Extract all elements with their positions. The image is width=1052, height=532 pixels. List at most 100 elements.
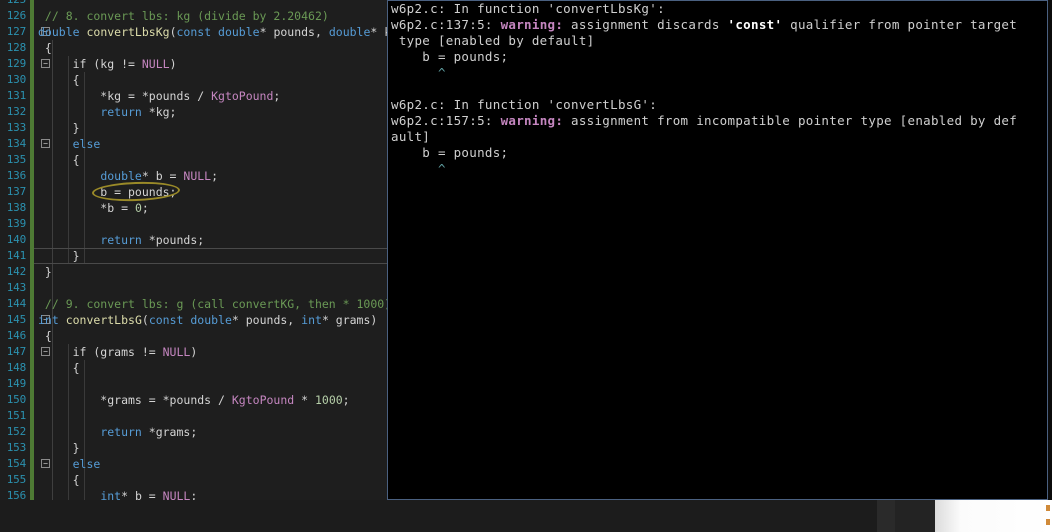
- code-line[interactable]: 153 }: [0, 440, 392, 456]
- code-line[interactable]: 149: [0, 376, 392, 392]
- changed-line-bar: [30, 88, 34, 104]
- code-line[interactable]: 131 *kg = *pounds / KgtoPound;: [0, 88, 392, 104]
- code-line[interactable]: 155 {: [0, 472, 392, 488]
- changed-line-bar: [30, 120, 34, 136]
- line-number: 151: [6, 409, 26, 422]
- code-text: *kg = *pounds / KgtoPound;: [38, 89, 281, 103]
- changed-line-bar: [30, 456, 34, 472]
- changed-line-bar: [30, 232, 34, 248]
- white-panel[interactable]: [935, 500, 1052, 532]
- indent-guide: [52, 40, 53, 56]
- code-line[interactable]: 133 }: [0, 120, 392, 136]
- code-text: *b = 0;: [38, 201, 149, 215]
- changed-line-bar: [30, 296, 34, 312]
- indent-guide: [52, 408, 53, 424]
- code-line[interactable]: 147 if (grams != NULL): [0, 344, 392, 360]
- code-line[interactable]: 152 return *grams;: [0, 424, 392, 440]
- code-text: {: [38, 73, 80, 87]
- line-number: 139: [6, 217, 26, 230]
- line-number: 135: [6, 153, 26, 166]
- line-number: 142: [6, 265, 26, 278]
- indent-guide: [84, 72, 85, 88]
- changed-line-bar: [30, 264, 34, 280]
- code-line[interactable]: 142 }: [0, 264, 392, 280]
- terminal-line: w6p2.c: In function 'convertLbsG':: [391, 97, 658, 112]
- line-number: 136: [6, 169, 26, 182]
- code-editor-pane[interactable]: 125126 // 8. convert lbs: kg (divide by …: [0, 0, 392, 532]
- code-line[interactable]: 144 // 9. convert lbs: g (call convertKG…: [0, 296, 392, 312]
- code-line[interactable]: 154 else: [0, 456, 392, 472]
- code-line[interactable]: 134 else: [0, 136, 392, 152]
- code-line[interactable]: 138 *b = 0;: [0, 200, 392, 216]
- code-line[interactable]: 139: [0, 216, 392, 232]
- taskbar-segment-a[interactable]: [877, 500, 895, 532]
- code-text: }: [38, 249, 80, 263]
- changed-line-bar: [30, 184, 34, 200]
- code-line[interactable]: 145 int convertLbsG(const double* pounds,…: [0, 312, 392, 328]
- indent-guide: [52, 376, 53, 392]
- code-line[interactable]: 140 return *pounds;: [0, 232, 392, 248]
- code-line[interactable]: 130 {: [0, 72, 392, 88]
- code-text: }: [38, 265, 52, 279]
- changed-line-bar: [30, 392, 34, 408]
- line-number: 140: [6, 233, 26, 246]
- code-line[interactable]: 150 *grams = *pounds / KgtoPound * 1000;: [0, 392, 392, 408]
- code-line[interactable]: 148 {: [0, 360, 392, 376]
- line-number: 132: [6, 105, 26, 118]
- changed-line-bar: [30, 376, 34, 392]
- bottom-taskbar[interactable]: [0, 500, 1052, 532]
- code-line[interactable]: 128 {: [0, 40, 392, 56]
- indent-guide: [52, 216, 53, 232]
- line-number: 133: [6, 121, 26, 134]
- code-text: int convertLbsG(const double* pounds, in…: [38, 313, 378, 327]
- terminal-line: ^: [391, 65, 446, 80]
- changed-line-bar: [30, 312, 34, 328]
- code-text: if (kg != NULL): [38, 57, 177, 71]
- line-number: 146: [6, 329, 26, 342]
- line-number: 145: [6, 313, 26, 326]
- changed-line-bar: [30, 216, 34, 232]
- indent-guide: [52, 328, 53, 344]
- changed-line-bar: [30, 104, 34, 120]
- changed-line-bar: [30, 8, 34, 24]
- taskbar-segment-b[interactable]: [895, 500, 935, 532]
- code-line[interactable]: 127 double convertLbsKg(const double* pou…: [0, 24, 392, 40]
- code-line[interactable]: 126 // 8. convert lbs: kg (divide by 2.2…: [0, 8, 392, 24]
- code-text: if (grams != NULL): [38, 345, 198, 359]
- changed-line-bar: [30, 424, 34, 440]
- line-number: 131: [6, 89, 26, 102]
- code-line[interactable]: 136 double* b = NULL;: [0, 168, 392, 184]
- code-text: {: [38, 473, 80, 487]
- line-number: 127: [6, 25, 26, 38]
- compiler-output-terminal[interactable]: w6p2.c: In function 'convertLbsKg': w6p2.…: [387, 0, 1048, 500]
- code-line[interactable]: 146 {: [0, 328, 392, 344]
- code-text: return *kg;: [100, 105, 177, 119]
- indent-guide: [84, 472, 85, 488]
- code-text: {: [38, 153, 80, 167]
- changed-line-bar: [30, 136, 34, 152]
- code-line[interactable]: 143: [0, 280, 392, 296]
- terminal-line: w6p2.c:157:5: warning: assignment from i…: [391, 113, 1018, 128]
- line-number: 125: [0, 0, 26, 8]
- code-text: *grams = *pounds / KgtoPound * 1000;: [38, 393, 350, 407]
- code-text: double convertLbsKg(const double* pounds…: [38, 25, 392, 39]
- line-number: 134: [6, 137, 26, 150]
- terminal-line: b = pounds;: [391, 49, 509, 64]
- line-number: 143: [6, 281, 26, 294]
- line-number: 147: [6, 345, 26, 358]
- code-text: }: [38, 121, 80, 135]
- line-number: 137: [6, 185, 26, 198]
- code-line[interactable]: 132 return *kg;: [0, 104, 392, 120]
- code-line[interactable]: 125: [0, 0, 392, 8]
- indent-guide: [68, 408, 69, 424]
- terminal-line: b = pounds;: [391, 145, 509, 160]
- code-line[interactable]: 135 {: [0, 152, 392, 168]
- code-text: else: [72, 457, 101, 471]
- code-line[interactable]: 141 }: [0, 248, 392, 264]
- code-line[interactable]: 151: [0, 408, 392, 424]
- code-line[interactable]: 137 b = pounds;: [0, 184, 392, 200]
- code-line[interactable]: 129 if (kg != NULL): [0, 56, 392, 72]
- terminal-line-list: w6p2.c: In function 'convertLbsKg': w6p2.…: [388, 1, 1047, 177]
- line-number: 154: [6, 457, 26, 470]
- indent-guide: [84, 152, 85, 168]
